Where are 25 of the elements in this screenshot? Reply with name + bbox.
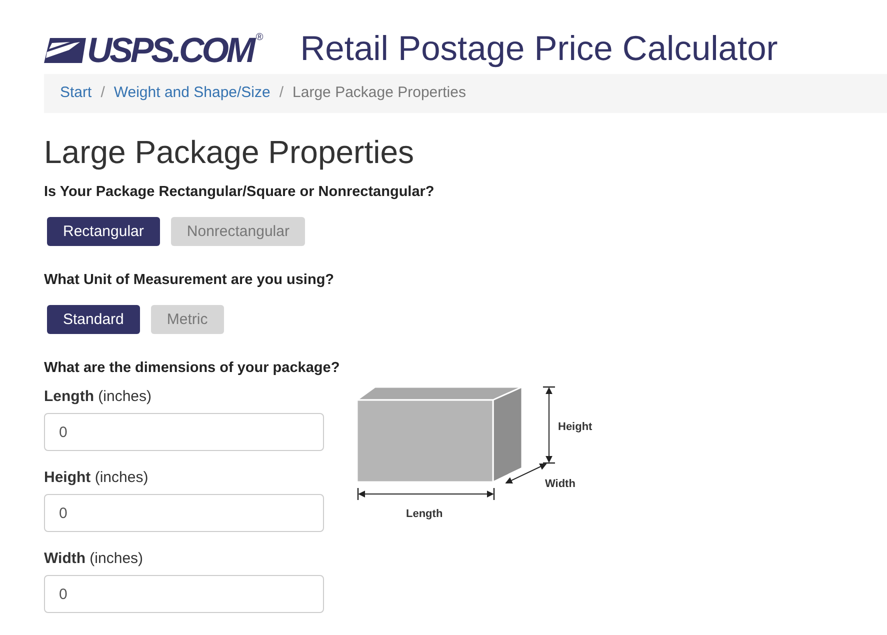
page-header-title: Retail Postage Price Calculator <box>300 32 778 66</box>
registered-mark: ® <box>256 33 264 43</box>
width-arrow <box>505 463 547 484</box>
field-label: Height (inches) <box>44 468 148 488</box>
logo-text: USPS.COM <box>87 33 253 68</box>
field-label: Width (inches) <box>44 549 144 569</box>
question-text: Is Your Package Rectangular/Square or Nonrectangular? <box>44 183 434 202</box>
eagle-logo-icon <box>44 38 86 63</box>
breadcrumb-separator: / <box>278 83 285 104</box>
dimension-input[interactable]: 0 <box>44 494 324 532</box>
breadcrumb-current: Large Package Properties <box>292 83 466 104</box>
option-button[interactable]: Rectangular <box>47 217 160 246</box>
question-text: What are the dimensions of your package? <box>44 359 340 378</box>
option-button[interactable]: Standard <box>47 305 140 334</box>
breadcrumb-link[interactable]: Weight and Shape/Size <box>114 82 270 105</box>
breadcrumb-link[interactable]: Start <box>60 82 92 105</box>
width-label: Width <box>545 478 576 490</box>
length-label: Length <box>406 508 443 520</box>
question-text: What Unit of Measurement are you using? <box>44 271 334 290</box>
height-label: Height <box>558 421 592 433</box>
field-label: Length (inches) <box>44 387 152 407</box>
breadcrumb-separator: / <box>100 83 106 104</box>
dimension-input[interactable]: 0 <box>44 413 324 451</box>
dimension-input[interactable]: 0 <box>44 575 324 613</box>
section-heading: Large Package Properties <box>44 133 414 171</box>
